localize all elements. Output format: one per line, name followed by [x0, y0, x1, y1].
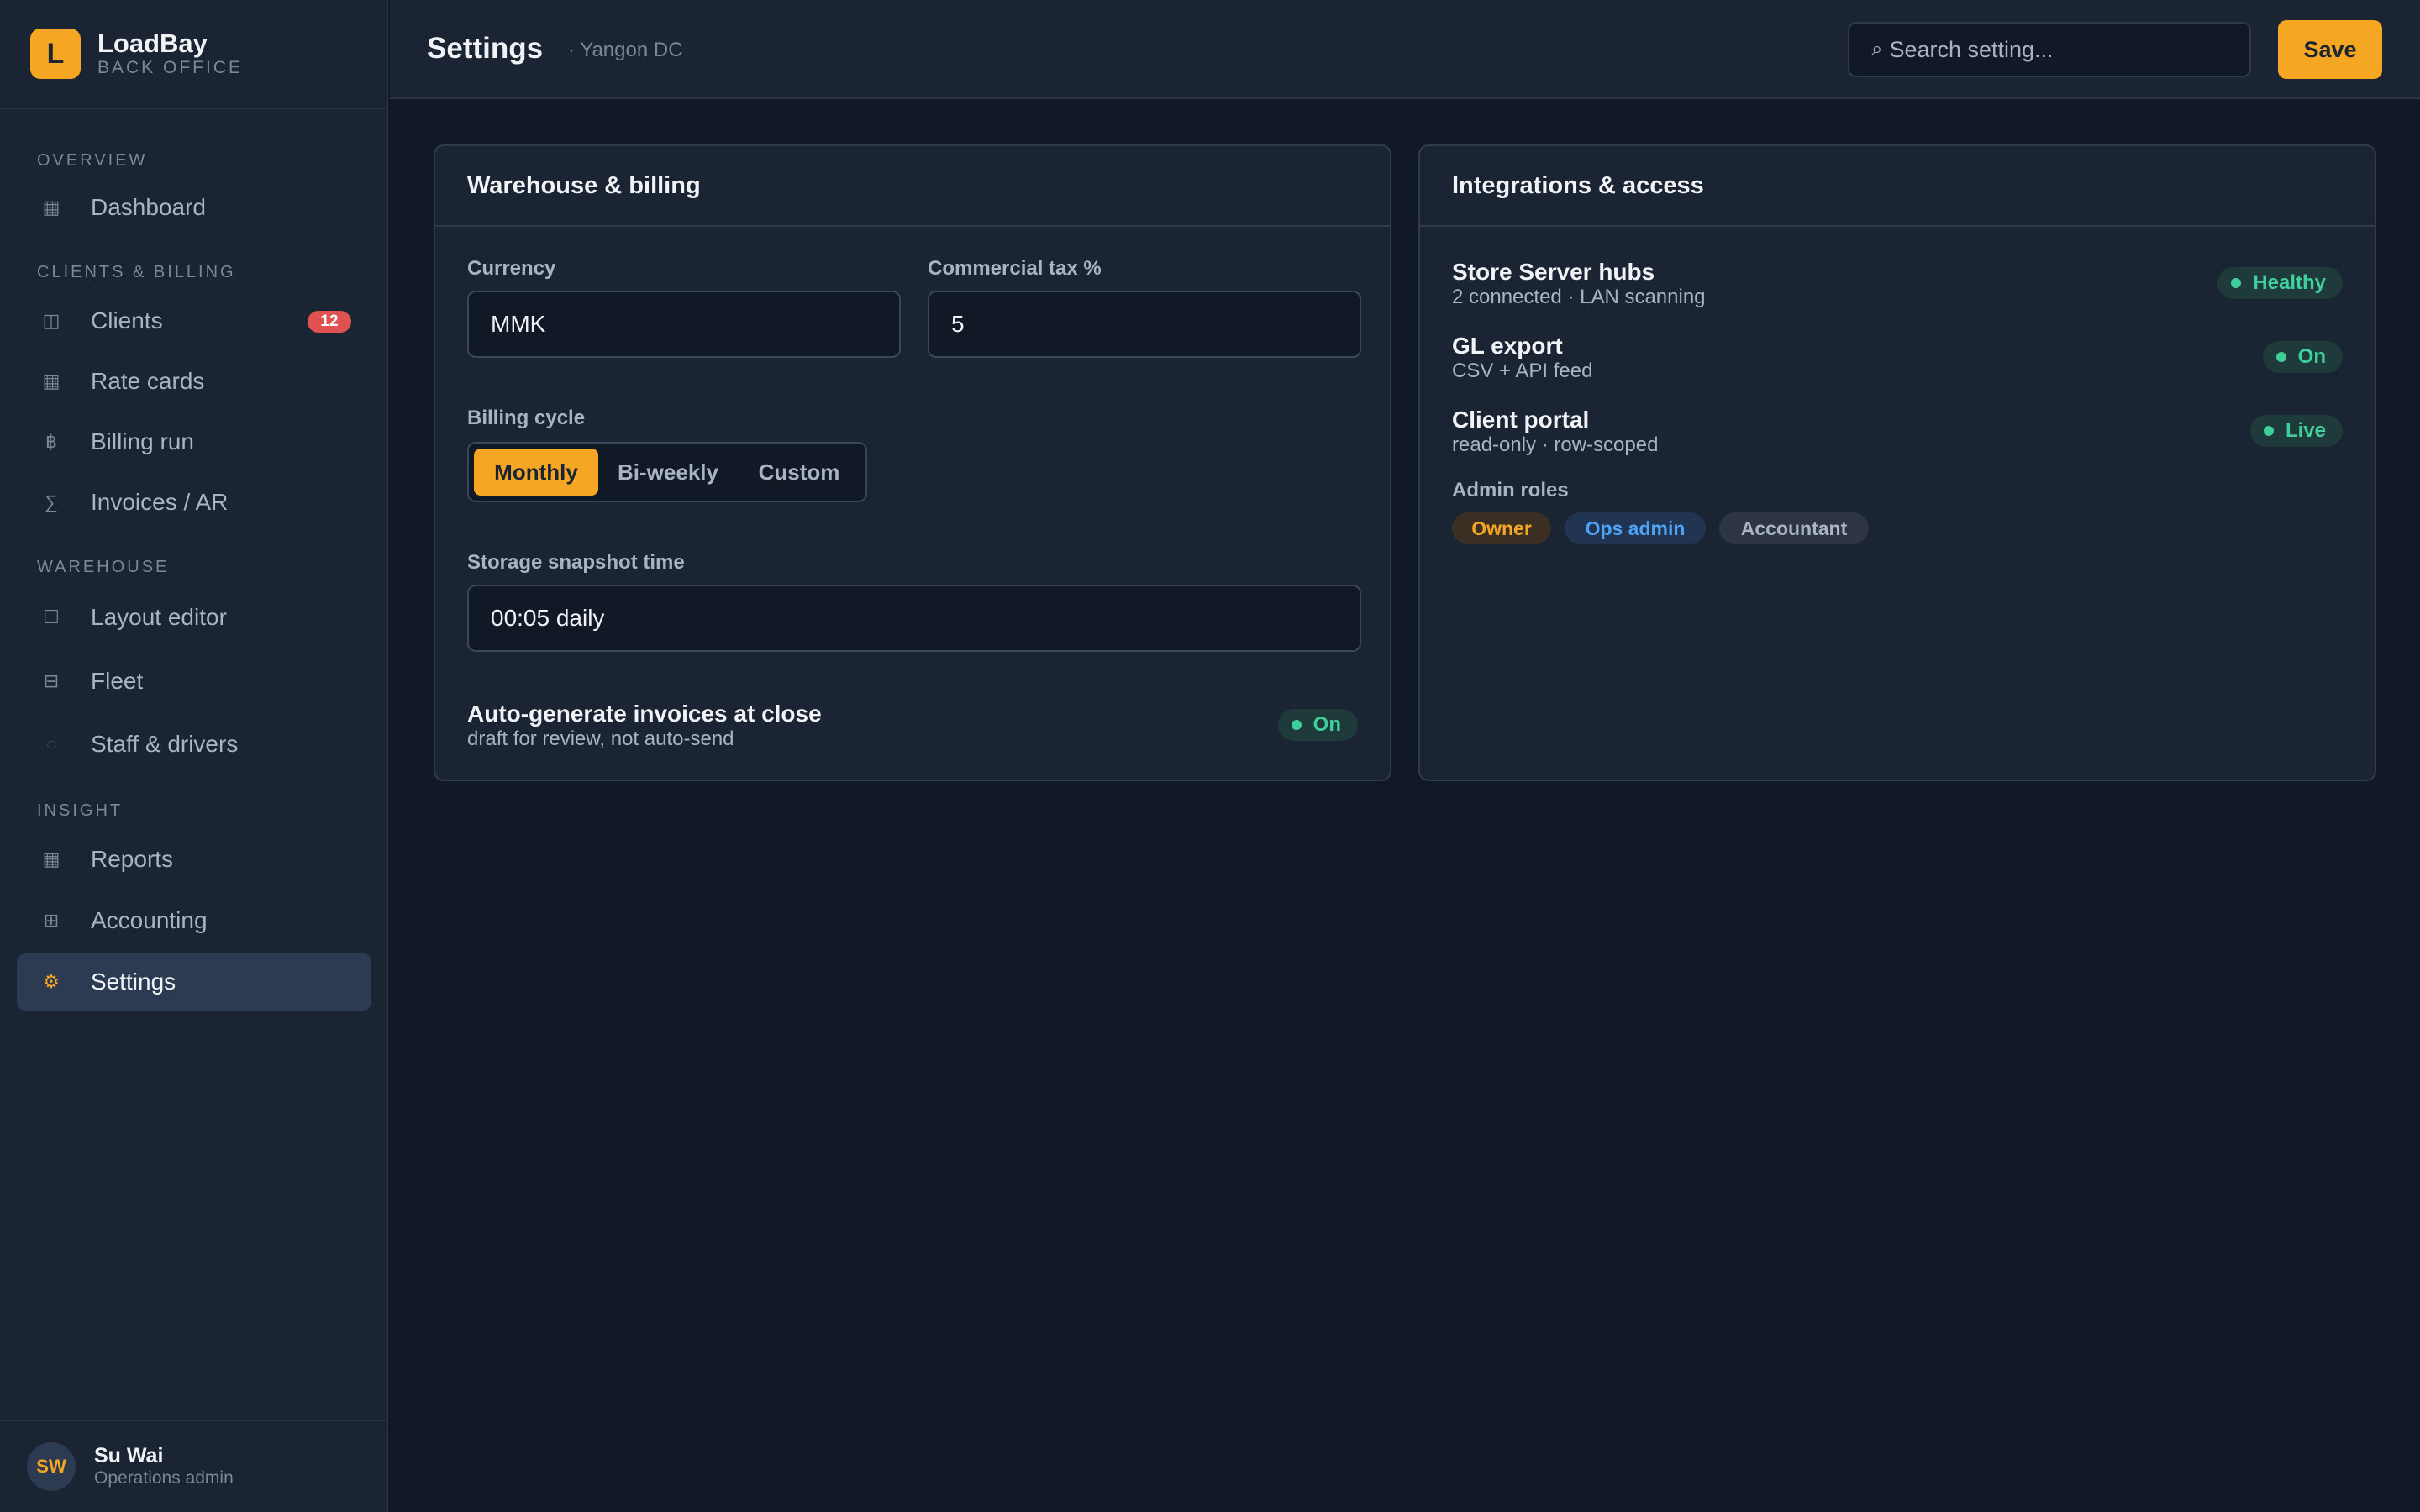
outline-square-icon: ☐ — [43, 606, 60, 627]
sidebar: L LoadBay BACK OFFICE OVERVIEW ▦ Dashboa… — [0, 0, 388, 1512]
page-title: Settings — [427, 32, 544, 65]
snapshot-input[interactable]: 00:05 daily — [467, 585, 1361, 652]
sidebar-item-label: Clients — [91, 307, 163, 333]
square-icon: ▦ — [42, 370, 60, 391]
columns-icon: ◫ — [42, 310, 60, 331]
sidebar-item-settings[interactable]: ⚙ Settings — [17, 953, 371, 1011]
circle-icon: ○ — [45, 733, 57, 754]
auto-invoice-toggle[interactable]: On — [1277, 709, 1358, 741]
avatar: SW — [27, 1442, 76, 1491]
sidebar-item-label: Reports — [91, 846, 174, 872]
role-chip-owner[interactable]: Owner — [1452, 512, 1551, 544]
sidebar-item-fleet[interactable]: ⊟ Fleet — [17, 653, 371, 710]
status-badge: On — [1313, 713, 1341, 736]
currency-input[interactable]: MMK — [467, 291, 901, 358]
status-dot-icon — [2275, 352, 2286, 362]
status-dot-icon — [2231, 278, 2242, 288]
grid-icon: ⊞ — [43, 910, 60, 931]
sidebar-item-clients[interactable]: ◫ Clients 12 — [17, 292, 371, 349]
brand-logo: L — [30, 29, 81, 79]
integration-title: GL export — [1452, 333, 1563, 359]
sidebar-item-label: Staff & drivers — [91, 731, 239, 757]
nav-section-warehouse: WAREHOUSE — [37, 558, 170, 576]
integration-status[interactable]: Live — [2249, 415, 2343, 447]
sidebar-item-billing-run[interactable]: ฿ Billing run — [17, 413, 371, 470]
sidebar-item-reports[interactable]: ▦ Reports — [17, 831, 371, 888]
tax-input[interactable]: 5 — [928, 291, 1361, 358]
save-button[interactable]: Save — [2278, 20, 2382, 79]
billing-cycle-custom[interactable]: Custom — [738, 449, 860, 496]
sidebar-item-label: Fleet — [91, 668, 144, 694]
search-box[interactable]: ⌕ — [1848, 22, 2251, 77]
warehouse-billing-card: Warehouse & billing Currency MMK Commerc… — [434, 144, 1392, 781]
billing-cycle-monthly[interactable]: Monthly — [474, 449, 598, 496]
currency-label: Currency — [467, 257, 556, 280]
status-dot-icon — [1291, 720, 1302, 730]
user-profile[interactable]: SW Su Wai Operations admin — [0, 1420, 387, 1512]
billing-cycle-segmented: Monthly Bi-weekly Custom — [467, 442, 867, 502]
integration-desc: CSV + API feed — [1452, 360, 1593, 382]
billing-cycle-label: Billing cycle — [467, 407, 586, 429]
tax-label: Commercial tax % — [928, 257, 1102, 280]
sidebar-item-rate-cards[interactable]: ▦ Rate cards — [17, 353, 371, 410]
search-icon: ⌕ — [1871, 38, 1883, 60]
nav-section-clients-billing: CLIENTS & BILLING — [37, 263, 236, 281]
sidebar-item-label: Invoices / AR — [91, 489, 229, 515]
gear-icon: ⚙ — [43, 971, 60, 992]
billing-cycle-biweekly[interactable]: Bi-weekly — [598, 449, 738, 496]
status-badge: Healthy — [2253, 271, 2326, 294]
status-badge: On — [2297, 345, 2326, 368]
snapshot-label: Storage snapshot time — [467, 551, 685, 574]
square-icon: ▦ — [42, 197, 60, 218]
integration-desc: 2 connected · LAN scanning — [1452, 286, 1706, 308]
card-title: Integrations & access — [1420, 146, 2375, 227]
auto-invoice-title: Auto-generate invoices at close — [467, 701, 822, 727]
brand-name: LoadBay — [97, 29, 208, 58]
integration-title: Client portal — [1452, 407, 1590, 433]
sidebar-item-label: Settings — [91, 969, 176, 995]
integration-status[interactable]: On — [2262, 341, 2343, 373]
nav-section-overview: OVERVIEW — [37, 151, 148, 170]
admin-roles-label: Admin roles — [1452, 479, 1569, 501]
search-input[interactable] — [1889, 36, 2226, 63]
baht-icon: ฿ — [45, 431, 57, 452]
sidebar-item-staff[interactable]: ○ Staff & drivers — [17, 716, 371, 773]
sidebar-item-label: Billing run — [91, 428, 194, 454]
brand-subtitle: BACK OFFICE — [97, 58, 244, 77]
sidebar-item-label: Rate cards — [91, 368, 205, 394]
integration-desc: read-only · row-scoped — [1452, 433, 1659, 456]
nav-section-insight: INSIGHT — [37, 801, 124, 820]
brand-text: LoadBay BACK OFFICE — [97, 29, 243, 78]
status-dot-icon — [2263, 426, 2274, 436]
sidebar-item-layout-editor[interactable]: ☐ Layout editor — [17, 589, 371, 646]
auto-invoice-desc: draft for review, not auto-send — [467, 727, 734, 750]
page-subtitle: · Yangon DC — [568, 39, 683, 61]
clients-count-badge: 12 — [308, 311, 351, 333]
integration-status[interactable]: Healthy — [2217, 267, 2343, 299]
user-name: Su Wai — [94, 1444, 164, 1467]
sidebar-item-invoices[interactable]: ∑ Invoices / AR — [17, 474, 371, 531]
sidebar-item-accounting[interactable]: ⊞ Accounting — [17, 892, 371, 949]
sidebar-item-dashboard[interactable]: ▦ Dashboard — [17, 179, 371, 236]
sigma-icon: ∑ — [45, 491, 58, 512]
card-title: Warehouse & billing — [435, 146, 1390, 227]
sidebar-item-label: Layout editor — [91, 604, 227, 630]
square-icon: ▦ — [42, 848, 60, 869]
role-chip-accountant[interactable]: Accountant — [1719, 512, 1869, 544]
header: Settings · Yangon DC ⌕ Save — [390, 0, 2420, 99]
integration-title: Store Server hubs — [1452, 259, 1655, 285]
status-badge: Live — [2285, 419, 2326, 442]
user-text: Su Wai Operations admin — [94, 1444, 234, 1489]
split-square-icon: ⊟ — [43, 670, 60, 691]
integrations-access-card: Integrations & access Store Server hubs … — [1418, 144, 2376, 781]
sidebar-item-label: Dashboard — [91, 194, 206, 220]
sidebar-item-label: Accounting — [91, 907, 208, 933]
brand[interactable]: L LoadBay BACK OFFICE — [0, 0, 387, 109]
user-role: Operations admin — [94, 1468, 234, 1488]
role-chip-ops-admin[interactable]: Ops admin — [1565, 512, 1706, 544]
